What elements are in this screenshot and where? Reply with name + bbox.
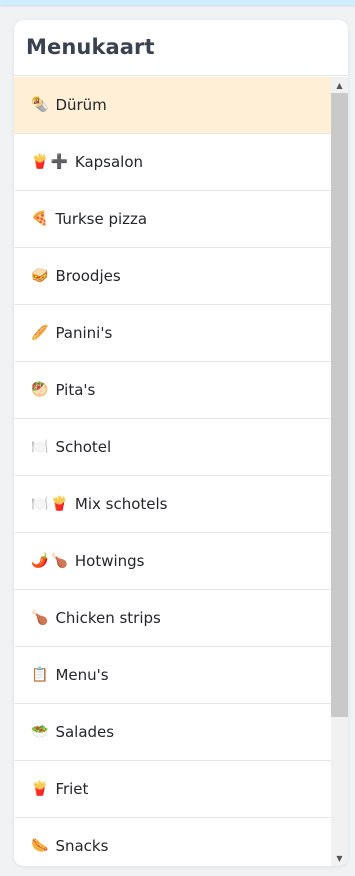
menu-item-icons: 🥖 [31,326,50,340]
snack-icon: 🌭 [31,838,49,854]
menu-list-viewport: 🌯 Dürüm 🍟 ➕ Kapsalon 🍕 Turkse pizza 🥪 Broodjes 🥖 P… [14,77,348,866]
menu-item-icons: 🍗 [31,611,50,625]
drumstick-icon: 🍗 [31,610,49,626]
scrollbar-thumb[interactable] [331,93,348,717]
menu-item-icons: 🥪 [31,269,50,283]
drumstick-icon: 🍗 [50,553,68,569]
menu-item-icons: 🌶️ 🍗 [31,554,70,568]
menu-item-panini-s[interactable]: 🥖 Panini's [14,305,331,362]
scroll-down-icon[interactable]: ▼ [331,850,348,866]
burrito-icon: 🌯 [31,97,49,113]
fries-icon: 🍟 [31,781,49,797]
fries-icon: 🍟 [31,154,49,170]
menu-item-mix-schotels[interactable]: 🍽️ 🍟 Mix schotels [14,476,331,533]
menu-title: Menukaart [26,35,155,59]
menu-item-hotwings[interactable]: 🌶️ 🍗 Hotwings [14,533,331,590]
menu-item-icons: 🥗 [31,725,50,739]
menu-item-label: Menu's [55,666,109,684]
menu-scrollbar[interactable]: ▲ ▼ [331,77,348,866]
fries-icon: 🍟 [50,496,68,512]
menu-item-turkse-pizza[interactable]: 🍕 Turkse pizza [14,191,331,248]
clipboard-icon: 📋 [31,667,49,683]
menu-item-label: Broodjes [55,267,121,285]
menu-item-salades[interactable]: 🥗 Salades [14,704,331,761]
menu-card-header: Menukaart [14,20,348,76]
menu-item-durum[interactable]: 🌯 Dürüm [14,77,331,134]
salad-icon: 🥗 [31,724,49,740]
menu-item-label: Pita's [55,381,96,399]
menu-item-chicken-strips[interactable]: 🍗 Chicken strips [14,590,331,647]
menu-item-label: Snacks [55,837,109,855]
menu-item-label: Turkse pizza [55,210,148,228]
menu-item-label: Friet [55,780,89,798]
menu-item-icons: 🌯 [31,98,50,112]
pizza-icon: 🍕 [31,211,49,227]
plate-icon: 🍽️ [31,439,49,455]
menu-item-icons: 🥙 [31,383,50,397]
menu-item-label: Chicken strips [55,609,161,627]
menu-item-icons: 🍟 [31,782,50,796]
menu-item-label: Panini's [55,324,113,342]
menu-item-icons: 🍟 ➕ [31,155,70,169]
pita-icon: 🥙 [31,382,49,398]
plus-icon: ➕ [50,154,68,170]
menu-item-label: Kapsalon [74,153,144,171]
menu-item-icons: 🌭 [31,839,50,853]
menu-category-list: 🌯 Dürüm 🍟 ➕ Kapsalon 🍕 Turkse pizza 🥪 Broodjes 🥖 P… [14,77,331,866]
menu-item-schotel[interactable]: 🍽️ Schotel [14,419,331,476]
menu-item-icons: 📋 [31,668,50,682]
sandwich-icon: 🥪 [31,268,49,284]
menu-item-icons: 🍽️ 🍟 [31,497,70,511]
baguette-icon: 🥖 [31,325,49,341]
menu-item-label: Salades [55,723,115,741]
menu-item-label: Dürüm [55,96,107,114]
chili-icon: 🌶️ [31,553,49,569]
menu-item-snacks[interactable]: 🌭 Snacks [14,818,331,866]
menu-item-label: Hotwings [74,552,145,570]
menu-item-label: Mix schotels [74,495,168,513]
menu-item-icons: 🍽️ [31,440,50,454]
menu-item-kapsalon[interactable]: 🍟 ➕ Kapsalon [14,134,331,191]
menu-item-icons: 🍕 [31,212,50,226]
menu-item-pita-s[interactable]: 🥙 Pita's [14,362,331,419]
menu-item-friet[interactable]: 🍟 Friet [14,761,331,818]
menu-card: Menukaart 🌯 Dürüm 🍟 ➕ Kapsalon 🍕 Turkse pizza 🥪… [14,20,348,866]
menu-item-broodjes[interactable]: 🥪 Broodjes [14,248,331,305]
scroll-up-icon[interactable]: ▲ [331,77,348,93]
plate-icon: 🍽️ [31,496,49,512]
menu-item-menu-s[interactable]: 📋 Menu's [14,647,331,704]
top-bar-edge [0,0,355,5]
menu-item-label: Schotel [55,438,112,456]
